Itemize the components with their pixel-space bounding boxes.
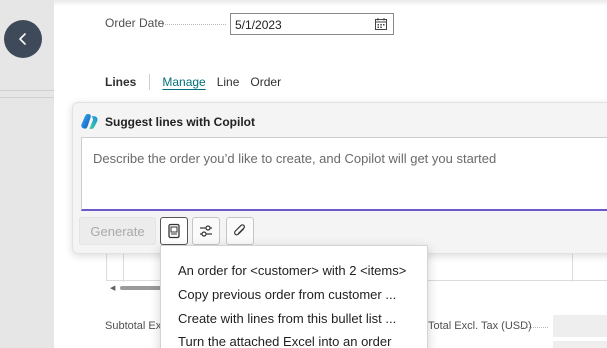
prompt-guide-button[interactable] — [160, 217, 188, 245]
subtotal-label: Subtotal Exc — [105, 320, 167, 332]
document-icon — [168, 223, 180, 239]
copilot-panel: Suggest lines with Copilot Describe the … — [72, 102, 607, 254]
order-date-label: Order Date — [105, 16, 165, 30]
divider — [0, 97, 54, 98]
calendar-icon[interactable] — [374, 17, 388, 31]
table-column-divider — [123, 254, 124, 282]
top-shadow — [54, 0, 607, 6]
divider — [149, 74, 151, 90]
divider — [0, 90, 54, 91]
horizontal-scrollbar[interactable]: ◀ — [108, 284, 168, 292]
total-excl-tax-value — [553, 315, 607, 337]
tab-line[interactable]: Line — [217, 75, 240, 89]
menu-item-suggestion[interactable]: An order for <customer> with 2 <items> — [178, 263, 406, 278]
table-column-divider — [572, 254, 573, 282]
generate-button[interactable]: Generate — [79, 217, 156, 245]
attach-button[interactable] — [226, 217, 254, 245]
copilot-header: Suggest lines with Copilot — [81, 113, 255, 130]
lines-action-bar: Lines Manage Line Order — [105, 74, 292, 90]
chevron-left-icon — [19, 33, 26, 45]
menu-item-suggestion[interactable]: Create with lines from this bullet list … — [178, 311, 396, 326]
tab-order[interactable]: Order — [250, 75, 281, 89]
total-excl-tax-label: Total Excl. Tax (USD) — [428, 320, 532, 332]
copilot-prompt-input[interactable]: Describe the order you’d like to create,… — [81, 137, 607, 211]
copilot-logo-icon — [81, 113, 98, 130]
tab-manage[interactable]: Manage — [162, 75, 205, 89]
paperclip-icon — [234, 224, 245, 236]
field-leader-dots — [520, 327, 548, 328]
menu-item-suggestion[interactable]: Turn the attached Excel into an order — [178, 334, 391, 348]
order-date-input[interactable]: 5/1/2023 — [230, 13, 394, 35]
copilot-title: Suggest lines with Copilot — [105, 114, 255, 129]
prompt-placeholder: Describe the order you’d like to create,… — [93, 151, 497, 166]
menu-item-suggestion[interactable]: Copy previous order from customer ... — [178, 287, 396, 302]
lines-title: Lines — [105, 75, 137, 89]
total-value-box — [553, 341, 607, 348]
settings-sliders-icon — [200, 225, 212, 237]
back-button[interactable] — [4, 20, 42, 58]
scroll-left-arrow-icon[interactable]: ◀ — [110, 284, 115, 292]
order-date-value: 5/1/2023 — [235, 18, 282, 32]
prompt-suggestions-menu: An order for <customer> with 2 <items> C… — [160, 245, 428, 348]
field-leader-dots — [162, 24, 226, 25]
settings-button[interactable] — [192, 217, 220, 245]
